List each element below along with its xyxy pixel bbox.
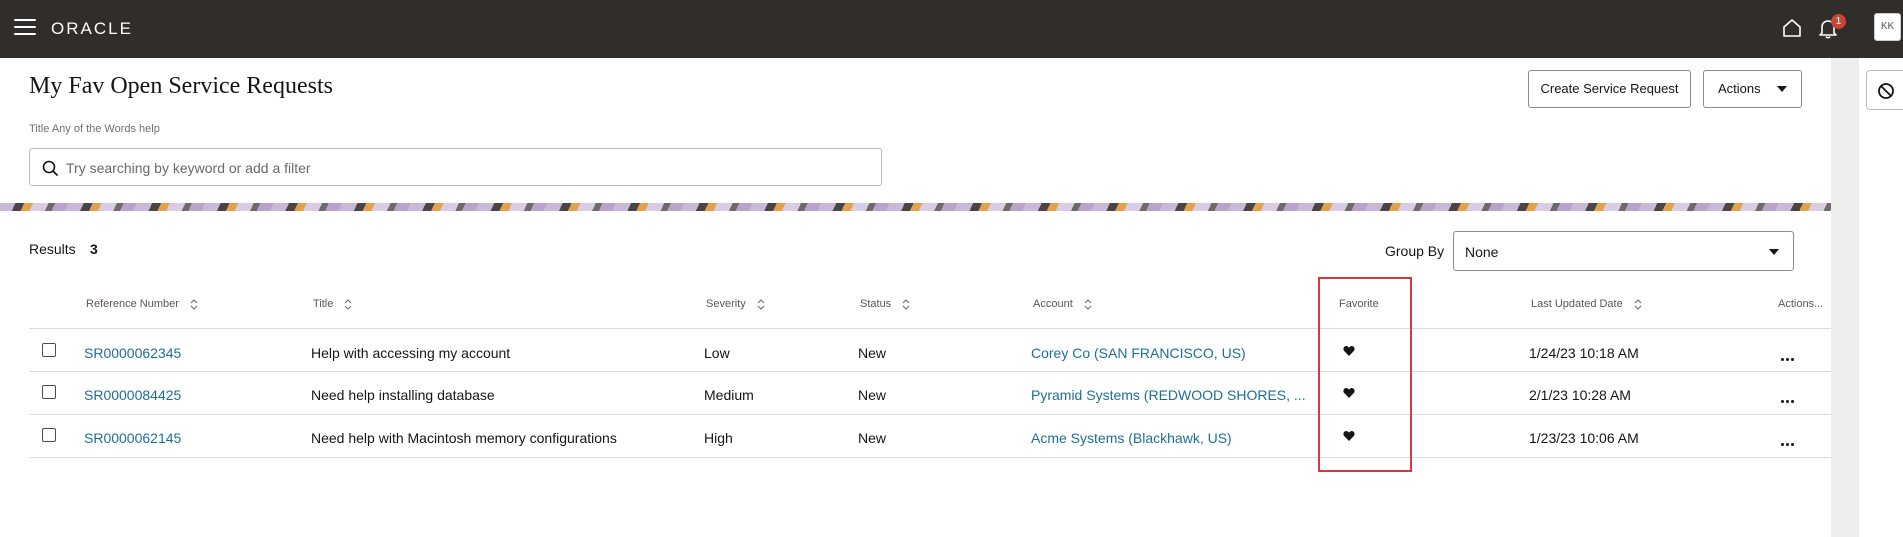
column-header-account[interactable]: Account	[1033, 298, 1092, 310]
results-label: Results	[29, 241, 76, 257]
severity-cell: High	[704, 430, 733, 446]
decorative-pattern-band	[0, 203, 1831, 211]
search-help-text: Title Any of the Words help	[29, 123, 160, 135]
actions-menu-label: Actions	[1718, 81, 1761, 96]
chevron-down-icon	[1777, 86, 1787, 92]
account-link[interactable]: Pyramid Systems (REDWOOD SHORES, ...	[1031, 387, 1306, 403]
sort-icon	[190, 298, 198, 310]
column-header-label: Status	[860, 298, 892, 310]
group-by-value: None	[1465, 244, 1499, 260]
rail-toggle-button[interactable]	[1866, 70, 1903, 110]
row-checkbox[interactable]	[42, 343, 56, 357]
column-header-reference-number[interactable]: Reference Number	[86, 298, 198, 310]
search-icon	[42, 160, 59, 177]
block-icon	[1878, 83, 1894, 99]
title-cell: Help with accessing my account	[311, 345, 511, 361]
more-icon[interactable]	[1781, 390, 1797, 403]
notification-badge: 1	[1831, 14, 1846, 29]
actions-menu-button[interactable]: Actions	[1703, 70, 1802, 108]
reference-number-link[interactable]: SR0000062145	[84, 430, 181, 446]
hamburger-icon[interactable]	[14, 19, 36, 37]
title-cell: Need help with Macintosh memory configur…	[311, 430, 617, 446]
last-updated-cell: 1/23/23 10:06 AM	[1529, 430, 1639, 446]
results-count: 3	[90, 241, 98, 257]
chevron-down-icon	[1769, 249, 1779, 255]
table-divider	[29, 371, 1831, 372]
oracle-logo: ORACLE	[51, 19, 133, 38]
search-input[interactable]	[66, 157, 866, 179]
title-cell: Need help installing database	[311, 387, 495, 403]
more-icon[interactable]	[1781, 433, 1797, 446]
favorite-column-highlight	[1318, 277, 1412, 472]
column-header-label: Reference Number	[86, 298, 179, 310]
account-link[interactable]: Corey Co (SAN FRANCISCO, US)	[1031, 345, 1246, 361]
column-header-label: Last Updated Date	[1531, 298, 1623, 310]
sort-icon	[902, 298, 910, 310]
sort-icon	[1634, 298, 1642, 310]
row-checkbox[interactable]	[42, 428, 56, 442]
table-divider	[29, 414, 1831, 415]
right-rail	[1831, 58, 1859, 537]
severity-cell: Medium	[704, 387, 754, 403]
row-checkbox[interactable]	[42, 385, 56, 399]
home-icon[interactable]	[1781, 17, 1803, 39]
avatar[interactable]: KK	[1874, 13, 1901, 41]
sort-icon	[1084, 298, 1092, 310]
reference-number-link[interactable]: SR0000084425	[84, 387, 181, 403]
column-header-label: Title	[313, 298, 334, 310]
last-updated-cell: 2/1/23 10:28 AM	[1529, 387, 1631, 403]
more-icon[interactable]	[1781, 348, 1797, 361]
create-service-request-button[interactable]: Create Service Request	[1528, 70, 1691, 108]
severity-cell: Low	[704, 345, 730, 361]
last-updated-cell: 1/24/23 10:18 AM	[1529, 345, 1639, 361]
status-cell: New	[858, 345, 887, 361]
table-divider	[29, 328, 1831, 329]
column-header-label: Severity	[706, 298, 746, 310]
top-bar: ORACLE 1 KK	[0, 0, 1903, 58]
column-header-label: Account	[1033, 298, 1073, 310]
group-by-label: Group By	[1385, 243, 1445, 259]
column-header-status[interactable]: Status	[860, 298, 910, 310]
search-box[interactable]	[29, 148, 882, 186]
reference-number-link[interactable]: SR0000062345	[84, 345, 181, 361]
page-title: My Fav Open Service Requests	[29, 73, 333, 99]
column-header-title[interactable]: Title	[313, 298, 352, 310]
column-header-actions: Actions...	[1778, 298, 1823, 310]
sort-icon	[345, 298, 352, 310]
status-cell: New	[858, 430, 887, 446]
group-by-select[interactable]: None	[1453, 231, 1794, 271]
column-header-last-updated-date[interactable]: Last Updated Date	[1531, 298, 1642, 310]
column-header-label: Actions...	[1778, 298, 1824, 310]
sort-icon	[757, 298, 765, 310]
status-cell: New	[858, 387, 887, 403]
account-link[interactable]: Acme Systems (Blackhawk, US)	[1031, 430, 1232, 446]
table-divider	[29, 457, 1831, 458]
column-header-severity[interactable]: Severity	[706, 298, 765, 310]
